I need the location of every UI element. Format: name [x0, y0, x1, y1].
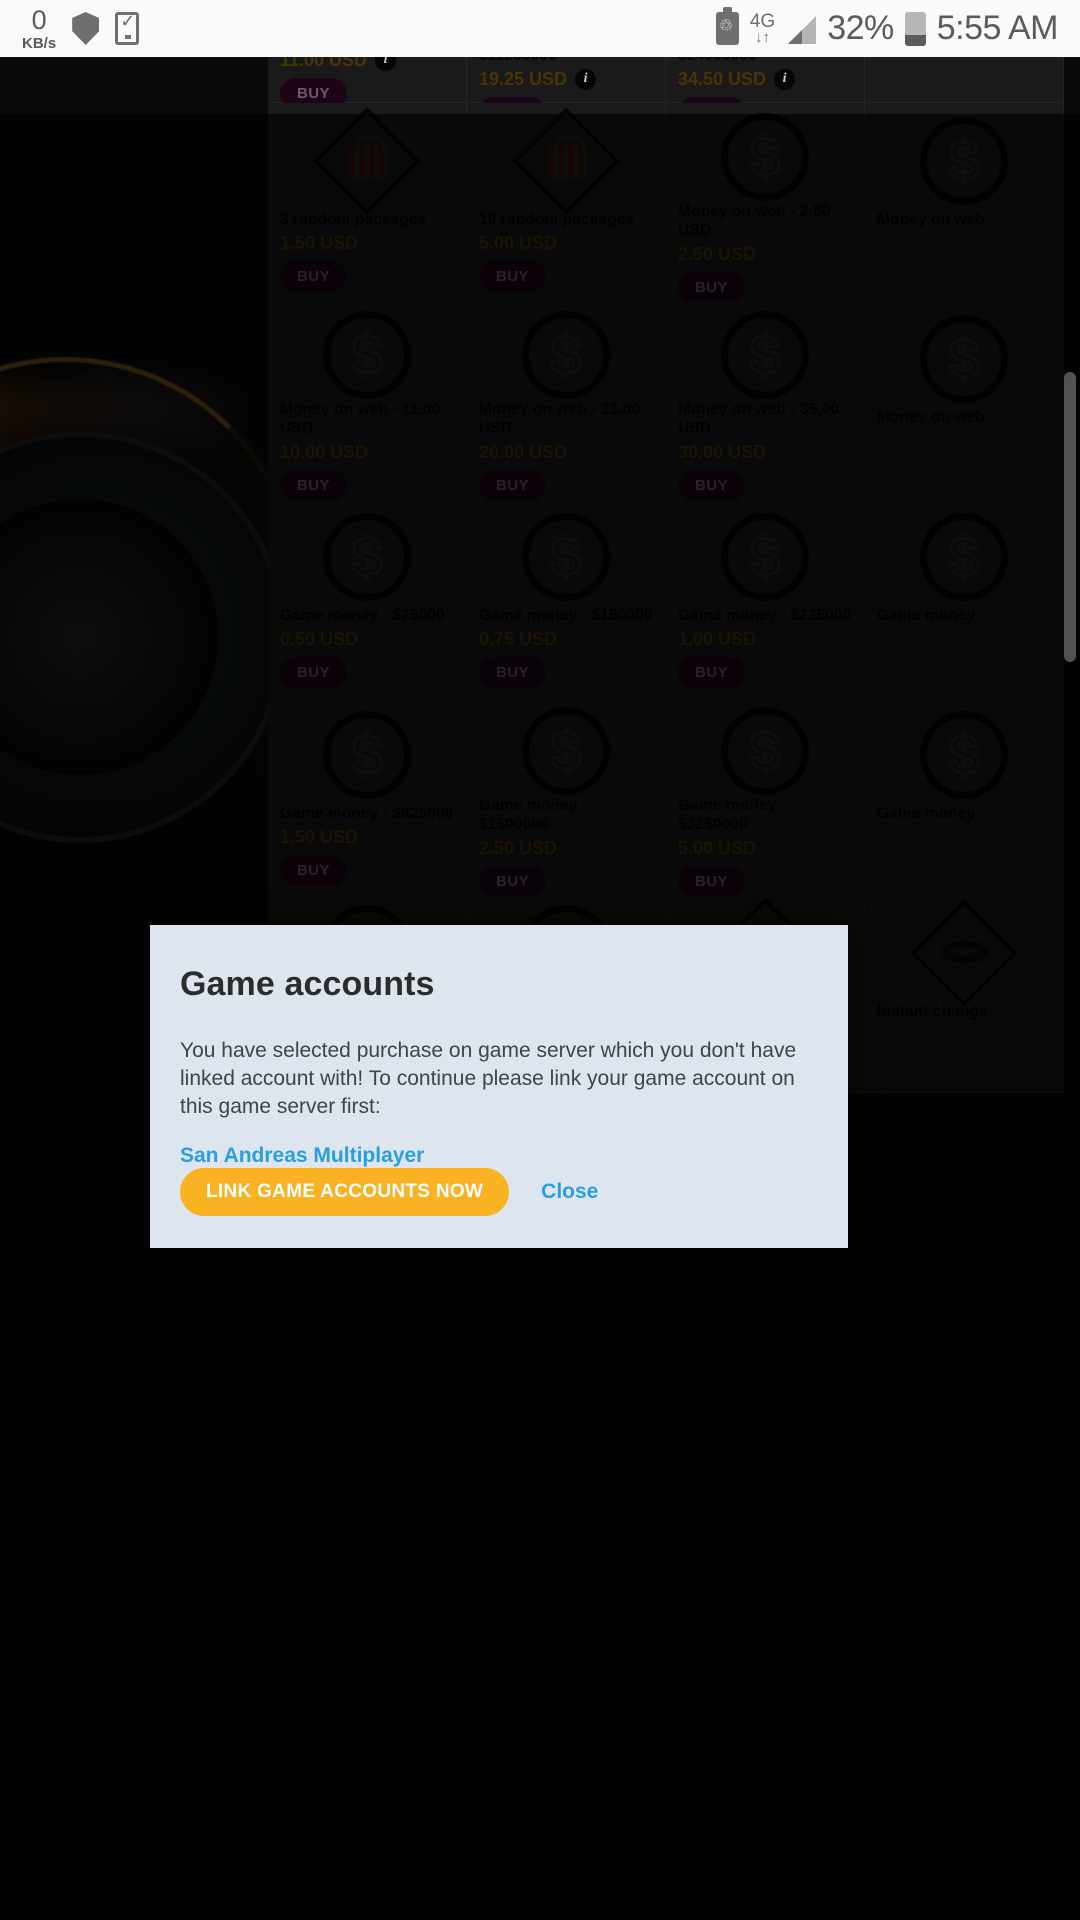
product-price-row: 11.00 USD i — [280, 57, 397, 71]
shield-icon — [72, 12, 100, 45]
product-card[interactable]: Premium account for 360 days and $240000… — [666, 57, 865, 128]
battery-icon — [904, 11, 926, 46]
battery-percent-label: 32% — [827, 9, 894, 47]
product-card[interactable]: Premium account — [865, 57, 1064, 103]
status-bar-left: 0 KB/s — [22, 4, 140, 52]
product-card[interactable]: Premium account for 90 days and $5250000… — [268, 57, 467, 109]
data-arrows-icon: ↓↑ — [755, 29, 770, 46]
network-speed-value: 0 — [31, 4, 47, 35]
status-bar: 0 KB/s 4G ↓↑ 32% 5:55 AM — [0, 0, 1080, 57]
game-server-link[interactable]: San Andreas Multiplayer — [180, 1144, 424, 1167]
network-type-indicator: 4G ↓↑ — [750, 12, 775, 45]
product-name: Premium account for 360 days and $240000… — [678, 57, 852, 66]
task-check-icon — [115, 11, 140, 45]
info-icon[interactable]: i — [575, 68, 597, 90]
dialog-actions: LINK GAME ACCOUNTS NOW Close — [180, 1167, 818, 1216]
network-speed-indicator: 0 KB/s — [22, 4, 57, 52]
dialog-message: You have selected purchase on game serve… — [180, 1039, 797, 1118]
product-price: 34.50 USD — [678, 68, 767, 89]
close-button[interactable]: Close — [533, 1174, 606, 1210]
product-price: 19.25 USD — [479, 68, 568, 89]
info-icon[interactable]: i — [774, 68, 796, 90]
product-card[interactable]: Premium account for 180 days and $112500… — [467, 57, 666, 128]
status-bar-right: 4G ↓↑ 32% 5:55 AM — [715, 7, 1059, 48]
clock-label: 5:55 AM — [936, 9, 1059, 47]
dialog-title: Game accounts — [180, 965, 435, 1003]
product-name: Premium account for 180 days and $112500… — [479, 57, 653, 66]
game-accounts-dialog: Game accounts You have selected purchase… — [150, 925, 848, 1248]
app-root: Premium account for 90 days and $5250000… — [0, 57, 1080, 1920]
product-price-row: 34.50 USD i — [678, 68, 796, 90]
network-speed-unit: KB/s — [22, 34, 57, 52]
product-price: 11.00 USD — [280, 57, 368, 70]
product-price-row: 19.25 USD i — [479, 68, 597, 90]
battery-saver-icon — [715, 7, 739, 45]
link-game-accounts-button[interactable]: LINK GAME ACCOUNTS NOW — [180, 1167, 510, 1216]
signal-bars-icon — [786, 14, 817, 44]
info-icon[interactable]: i — [375, 57, 397, 71]
